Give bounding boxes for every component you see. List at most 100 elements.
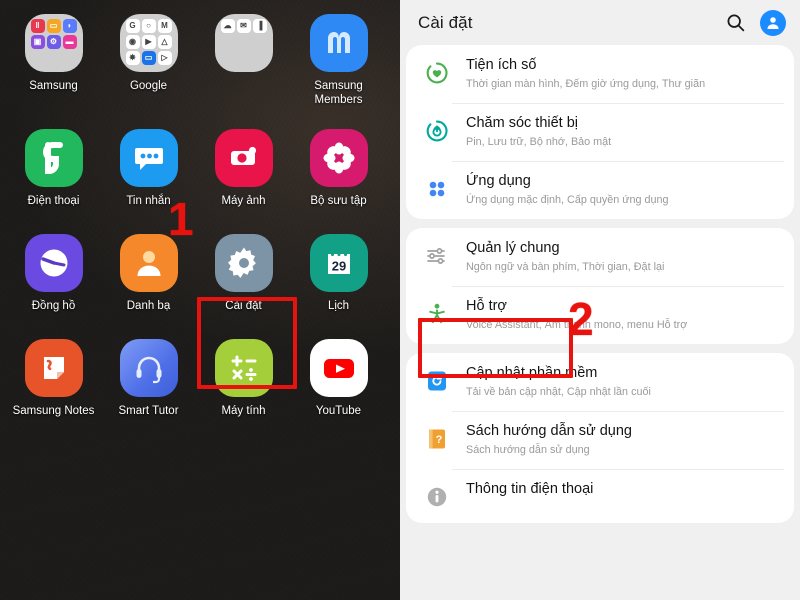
settings-group: Tiện ích số Thời gian màn hình, Đếm giờ ứ… <box>406 45 794 219</box>
samsung-notes-icon[interactable] <box>24 339 83 397</box>
folder-mini-icon: ✉ <box>236 19 251 33</box>
settings-row[interactable]: Tiện ích số Thời gian màn hình, Đếm giờ ứ… <box>406 45 794 103</box>
app-label: Samsung Notes <box>12 405 95 417</box>
folder-mini-icon: ⚙ <box>46 35 61 49</box>
app-item[interactable]: Đồng hồ <box>6 234 101 313</box>
samsung-folder[interactable]: ‖ ▭ ◗ ▣ ⚙ ▬ <box>24 14 83 72</box>
folder-mini-icon: ◗ <box>62 19 77 33</box>
digital-wellbeing-icon <box>422 58 452 88</box>
settings-row-subtitle: Ngôn ngữ và bàn phím, Thời gian, Đặt lại <box>466 261 665 273</box>
app-label: Smart Tutor <box>118 405 179 417</box>
settings-row-text: Quản lý chung Ngôn ngữ và bàn phím, Thời … <box>466 239 780 275</box>
app-item[interactable]: Bộ sưu tập <box>291 129 386 208</box>
clock-icon[interactable] <box>24 234 83 292</box>
folder-mini-icon: G <box>125 19 140 33</box>
folder-mini-icon: ▭ <box>46 19 61 33</box>
app-label: Google <box>129 80 168 92</box>
app-label: Samsung Members <box>314 80 363 106</box>
app-label: Máy tính <box>221 405 266 417</box>
app-label: Máy ảnh <box>221 195 266 207</box>
settings-row-subtitle: Tải về bản cập nhật, Cập nhật lần cuối <box>466 386 651 398</box>
app-item[interactable]: Danh bạ <box>101 234 196 313</box>
page-title: Cài đặt <box>418 12 473 32</box>
settings-row[interactable]: Chăm sóc thiết bị Pin, Lưu trữ, Bộ nhớ, B… <box>406 103 794 161</box>
folder-mini-icon: ▭ <box>141 51 156 65</box>
folder-mini-icon: ◉ <box>125 35 140 49</box>
general-management-icon <box>422 241 452 271</box>
samsung-members-icon[interactable] <box>309 14 368 72</box>
apps-icon <box>422 174 452 204</box>
camera-icon[interactable] <box>214 129 273 187</box>
settings-row[interactable]: Ứng dụng Ứng dụng mặc định, Cấp quyền ứng… <box>406 161 794 219</box>
app-item[interactable]: 29 Lịch <box>291 234 386 313</box>
messages-icon[interactable] <box>119 129 178 187</box>
svg-text:29: 29 <box>331 259 345 274</box>
settings-row-title: Thông tin điện thoại <box>466 481 594 497</box>
settings-row-subtitle: Ứng dụng mặc định, Cấp quyền ứng dụng <box>466 194 669 206</box>
smart-tutor-icon[interactable] <box>119 339 178 397</box>
account-avatar-icon[interactable] <box>760 9 786 36</box>
folder-mini-icon: ▶ <box>141 35 156 49</box>
youtube-icon[interactable] <box>309 339 368 397</box>
folder-mini-icon: M <box>157 19 172 33</box>
settings-row-text: Chăm sóc thiết bị Pin, Lưu trữ, Bộ nhớ, B… <box>466 114 780 150</box>
app-item[interactable]: Smart Tutor <box>101 339 196 418</box>
folder-mini-icon: △ <box>157 35 172 49</box>
settings-row-title: Tiện ích số <box>466 57 537 73</box>
settings-row-subtitle: Pin, Lưu trữ, Bộ nhớ, Bảo mật <box>466 136 612 148</box>
folder-mini-icon: ▬ <box>62 35 77 49</box>
phone-icon[interactable] <box>24 129 83 187</box>
phone-info-icon <box>422 482 452 512</box>
folder-mini-icon: ▷ <box>157 51 172 65</box>
folder-mini-icon: ○ <box>141 19 156 33</box>
folder-mini-icon: ☁ <box>220 19 235 33</box>
user-manual-icon: ? <box>422 424 452 454</box>
app-row: ‖ ▭ ◗ ▣ ⚙ ▬ Samsung G ○ M ◉ ▶ △ ✸ ▭ ▷ Google ☁ ✉ ▐ Samsung M… <box>6 14 394 107</box>
app-item[interactable]: Máy ảnh <box>196 129 291 208</box>
app-row: Điện thoại Tin nhắn Máy ảnh Bộ sưu tập <box>6 129 394 208</box>
folder-mini-icon: ▐ <box>252 19 267 33</box>
calendar-icon[interactable]: 29 <box>309 234 368 292</box>
settings-row-title: Hỗ trợ <box>466 298 507 314</box>
app-label: Samsung <box>29 80 78 92</box>
app-label: Danh bạ <box>126 300 171 312</box>
svg-text:?: ? <box>436 434 443 446</box>
folder-mini-icon: ✸ <box>125 51 140 65</box>
app-item[interactable]: ‖ ▭ ◗ ▣ ⚙ ▬ Samsung <box>6 14 101 107</box>
settings-row-title: Chăm sóc thiết bị <box>466 115 579 131</box>
settings-row[interactable]: Thông tin điện thoại <box>406 469 794 523</box>
settings-row-title: Quản lý chung <box>466 240 560 256</box>
settings-row-text: Ứng dụng Ứng dụng mặc định, Cấp quyền ứng… <box>466 172 780 208</box>
highlight-box-settings-app <box>197 297 297 389</box>
app-item[interactable]: ☁ ✉ ▐ <box>196 14 291 107</box>
settings-header: Cài đặt <box>400 0 800 45</box>
app-label: Đồng hồ <box>31 300 76 312</box>
app-item[interactable]: Samsung Notes <box>6 339 101 418</box>
settings-row-text: Thông tin điện thoại <box>466 480 780 499</box>
step-number-1: 1 <box>168 193 194 245</box>
step-number-2: 2 <box>568 293 594 345</box>
gallery-icon[interactable] <box>309 129 368 187</box>
settings-row-text: Tiện ích số Thời gian màn hình, Đếm giờ ứ… <box>466 56 780 92</box>
folder-mini-icon: ‖ <box>30 19 45 33</box>
settings-app-screen: Cài đặt Tiện ích số Thời gian màn hình, Đ… <box>400 0 800 600</box>
settings-row[interactable]: Quản lý chung Ngôn ngữ và bàn phím, Thời … <box>406 228 794 286</box>
settings-group: Cập nhật phần mềm Tải về bản cập nhật, Cậ… <box>406 353 794 523</box>
app-item[interactable]: YouTube <box>291 339 386 418</box>
app-label: YouTube <box>315 405 362 417</box>
settings-row[interactable]: ? Sách hướng dẫn sử dụng Sách hướng dẫn sử… <box>406 411 794 469</box>
app-item[interactable]: Samsung Members <box>291 14 386 107</box>
settings-gear-icon[interactable] <box>214 234 273 292</box>
settings-row-subtitle: Thời gian màn hình, Đếm giờ ứng dụng, Th… <box>466 78 706 90</box>
folder-mini-icon: ▣ <box>30 35 45 49</box>
settings-row-title: Ứng dụng <box>466 173 531 189</box>
google-folder[interactable]: G ○ M ◉ ▶ △ ✸ ▭ ▷ <box>119 14 178 72</box>
highlight-box-accessibility-row <box>418 318 573 378</box>
device-care-icon <box>422 116 452 146</box>
app-label: Tin nhắn <box>126 195 171 207</box>
search-icon[interactable] <box>722 10 748 36</box>
android-home-screen: ‖ ▭ ◗ ▣ ⚙ ▬ Samsung G ○ M ◉ ▶ △ ✸ ▭ ▷ Google ☁ ✉ ▐ Samsung M… <box>0 0 400 600</box>
app-item[interactable]: Điện thoại <box>6 129 101 208</box>
microsoft-folder[interactable]: ☁ ✉ ▐ <box>214 14 273 72</box>
app-item[interactable]: G ○ M ◉ ▶ △ ✸ ▭ ▷ Google <box>101 14 196 107</box>
